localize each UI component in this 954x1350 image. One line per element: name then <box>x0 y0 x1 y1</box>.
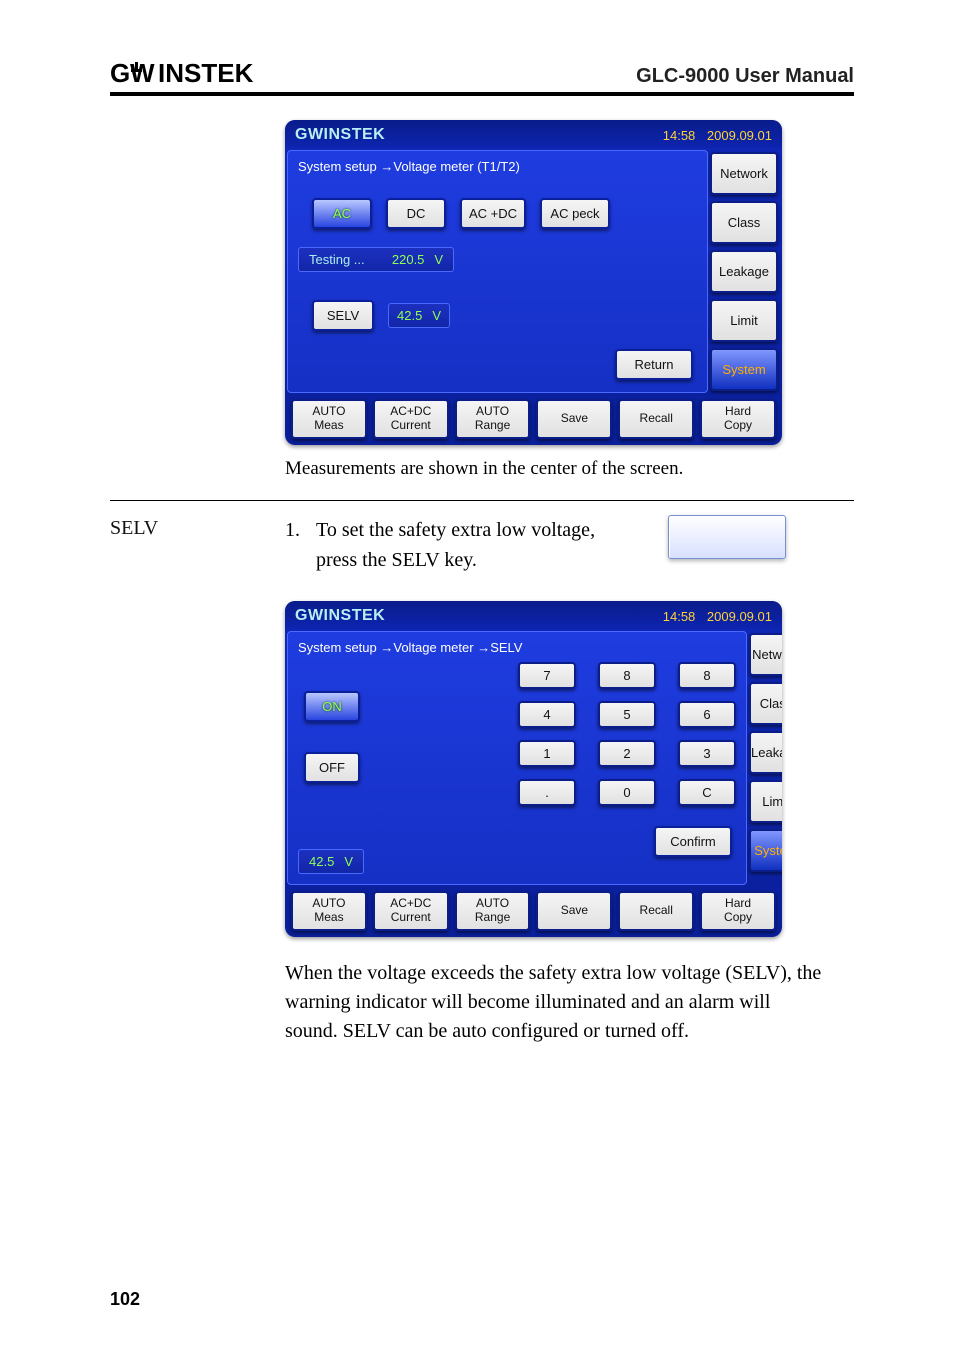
body-paragraph: When the voltage exceeds the safety extr… <box>285 959 825 1046</box>
step-number: 1. <box>285 515 300 545</box>
bottom-hardcopy-button[interactable]: HardCopy <box>700 891 776 931</box>
breadcrumb: System setup →Voltage meter →SELV <box>298 640 398 655</box>
key-5[interactable]: 5 <box>598 701 656 728</box>
side-leakage-button[interactable]: Leakage <box>710 250 778 293</box>
page-number: 102 <box>110 1289 140 1310</box>
bottom-hardcopy-button[interactable]: HardCopy <box>700 399 776 439</box>
bottom-recall-button[interactable]: Recall <box>618 399 694 439</box>
key-dot[interactable]: . <box>518 779 576 806</box>
svg-text:INSTEK: INSTEK <box>158 60 254 88</box>
instruction-step: 1. To set the safety extra low voltage, … <box>285 515 854 575</box>
mode-ac-button[interactable]: AC <box>312 198 372 229</box>
testing-label: Testing ... <box>309 252 365 267</box>
mode-acdc-button[interactable]: AC +DC <box>460 198 526 229</box>
side-network-button[interactable]: Network <box>749 633 782 676</box>
selv-value: 42.5 <box>397 308 422 323</box>
device-logo: GWINSTEK <box>295 126 385 144</box>
device-titlebar: GWINSTEK 14:58 2009.09.01 <box>285 601 782 629</box>
key-9[interactable]: 8 <box>678 662 736 689</box>
manual-title: GLC-9000 User Manual <box>636 65 854 88</box>
device-logo: GWINSTEK <box>295 607 385 625</box>
side-class-button[interactable]: Class <box>749 682 782 725</box>
breadcrumb: System setup →Voltage meter (T1/T2) <box>298 159 697 174</box>
key-6[interactable]: 6 <box>678 701 736 728</box>
bottom-acdccurrent-button[interactable]: AC+DCCurrent <box>373 399 449 439</box>
key-0[interactable]: 0 <box>598 779 656 806</box>
step-text: To set the safety extra low voltage, pre… <box>316 515 626 575</box>
confirm-button[interactable]: Confirm <box>654 826 732 857</box>
key-1[interactable]: 1 <box>518 740 576 767</box>
bottom-autorange-button[interactable]: AUTORange <box>455 399 531 439</box>
divider <box>110 500 854 501</box>
bottom-save-button[interactable]: Save <box>536 891 612 931</box>
page-header: G W INSTEK GLC-9000 User Manual <box>110 60 854 96</box>
testing-readout: Testing ... 220.5 V <box>298 247 454 272</box>
mode-acpeck-button[interactable]: AC peck <box>540 198 610 229</box>
testing-unit: V <box>434 252 443 267</box>
key-illustration <box>668 515 786 559</box>
key-2[interactable]: 2 <box>598 740 656 767</box>
clock-date: 2009.09.01 <box>707 128 772 143</box>
clock-time: 14:58 <box>663 609 696 624</box>
side-system-button[interactable]: System <box>749 829 782 872</box>
svg-text:G: G <box>110 60 131 88</box>
figure-caption: Measurements are shown in the center of … <box>285 455 854 483</box>
selv-set-value: 42.5 <box>309 854 334 869</box>
side-leakage-button[interactable]: Leakage <box>749 731 782 774</box>
bottom-automeas-button[interactable]: AUTOMeas <box>291 399 367 439</box>
key-4[interactable]: 4 <box>518 701 576 728</box>
side-limit-button[interactable]: Limit <box>749 780 782 823</box>
selv-readout: 42.5 V <box>388 303 450 328</box>
side-limit-button[interactable]: Limit <box>710 299 778 342</box>
key-clear[interactable]: C <box>678 779 736 806</box>
return-button[interactable]: Return <box>615 349 693 380</box>
mode-dc-button[interactable]: DC <box>386 198 446 229</box>
clock-time: 14:58 <box>663 128 696 143</box>
bottom-autorange-button[interactable]: AUTORange <box>455 891 531 931</box>
device-screen-selv: GWINSTEK 14:58 2009.09.01 System setup →… <box>285 601 782 937</box>
key-8[interactable]: 8 <box>598 662 656 689</box>
svg-text:W: W <box>130 60 155 88</box>
clock-date: 2009.09.01 <box>707 609 772 624</box>
bottom-save-button[interactable]: Save <box>536 399 612 439</box>
selv-off-button[interactable]: OFF <box>304 752 360 783</box>
device-screen-voltmeter: GWINSTEK 14:58 2009.09.01 System setup →… <box>285 120 782 445</box>
key-7[interactable]: 7 <box>518 662 576 689</box>
selv-on-button[interactable]: ON <box>304 691 360 722</box>
selv-set-readout: 42.5 V <box>298 849 364 874</box>
section-heading: SELV <box>110 515 285 575</box>
bottom-acdccurrent-button[interactable]: AC+DCCurrent <box>373 891 449 931</box>
key-3[interactable]: 3 <box>678 740 736 767</box>
brand-logo: G W INSTEK <box>110 60 280 88</box>
side-system-button[interactable]: System <box>710 348 778 391</box>
side-network-button[interactable]: Network <box>710 152 778 195</box>
side-class-button[interactable]: Class <box>710 201 778 244</box>
bottom-automeas-button[interactable]: AUTOMeas <box>291 891 367 931</box>
selv-set-unit: V <box>344 854 353 869</box>
bottom-recall-button[interactable]: Recall <box>618 891 694 931</box>
numeric-keypad: 7 8 8 4 5 6 1 2 3 . 0 C <box>518 662 736 806</box>
testing-value: 220.5 <box>392 252 425 267</box>
device-titlebar: GWINSTEK 14:58 2009.09.01 <box>285 120 782 148</box>
selv-unit: V <box>432 308 441 323</box>
selv-button[interactable]: SELV <box>312 300 374 331</box>
